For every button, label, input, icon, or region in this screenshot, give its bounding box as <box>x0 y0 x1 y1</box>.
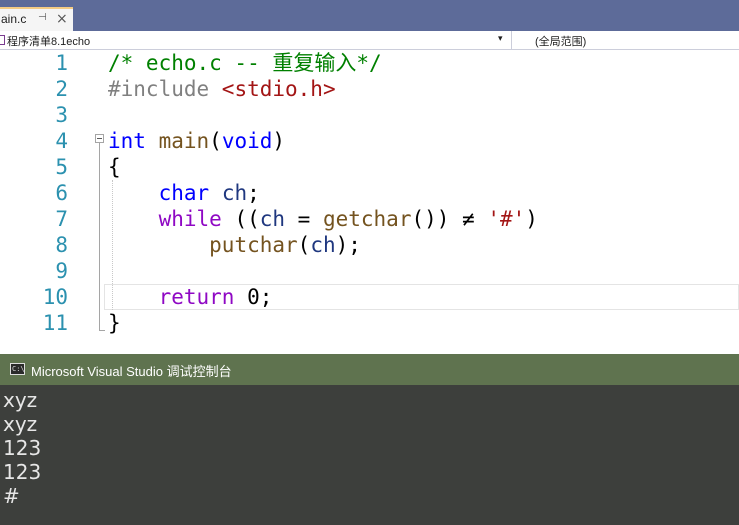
code-line[interactable]: { <box>108 154 121 180</box>
line-number: 8 <box>55 233 68 257</box>
code-token: } <box>108 311 121 335</box>
console-output-line: # <box>3 484 20 508</box>
code-token: 0; <box>234 285 273 309</box>
code-token: #include <box>108 77 222 101</box>
outline-guide-end <box>99 330 105 331</box>
code-token: main <box>158 129 210 153</box>
line-number: 3 <box>55 103 68 127</box>
line-number: 6 <box>55 181 68 205</box>
code-line[interactable]: char ch; <box>108 180 260 206</box>
line-number: 2 <box>55 77 68 101</box>
console-output-line: 123 <box>3 460 42 484</box>
code-token: while <box>158 207 222 231</box>
line-number: 5 <box>55 155 68 179</box>
code-token: /* echo.c -- 重复输入*/ <box>108 51 382 75</box>
code-token: = <box>285 207 323 231</box>
console-output-line: xyz <box>3 388 38 412</box>
scope-dropdown[interactable]: (全局范围) <box>535 33 586 49</box>
chevron-down-icon[interactable]: ▾ <box>498 34 503 44</box>
code-line[interactable]: while ((ch = getchar()) ≠ '#') <box>108 206 538 232</box>
tab-label: ain.c <box>1 12 27 26</box>
console-output[interactable]: xyz xyz 123 123 # <box>0 385 739 525</box>
project-icon <box>0 35 5 45</box>
code-token: getchar <box>322 207 412 231</box>
code-token: ) <box>525 207 538 231</box>
code-token: ); <box>335 233 361 257</box>
line-number: 1 <box>55 51 68 75</box>
code-token: ( <box>209 129 222 153</box>
code-token: ) <box>272 129 286 153</box>
line-number: 9 <box>55 259 68 283</box>
code-line[interactable]: putchar(ch); <box>108 232 361 258</box>
project-dropdown[interactable]: 程序清单8.1echo ▾ <box>0 31 512 49</box>
document-tab-strip: ain.c ⊣ × <box>0 0 739 31</box>
code-line[interactable]: } <box>108 310 121 336</box>
code-token: <stdio.h> <box>221 77 336 101</box>
code-line[interactable]: #include <stdio.h> <box>108 76 336 102</box>
code-line[interactable]: return 0; <box>108 284 273 310</box>
outline-guide <box>99 143 100 331</box>
code-token: { <box>108 155 121 179</box>
code-token: (( <box>221 207 260 231</box>
code-token: ch <box>310 233 336 257</box>
console-app-icon: C:\ <box>10 363 25 375</box>
console-output-line: xyz <box>3 412 38 436</box>
collapse-toggle-icon[interactable] <box>95 134 104 143</box>
code-token: void <box>221 129 273 153</box>
navigation-bar: 程序清单8.1echo ▾ (全局范围) <box>0 31 739 50</box>
project-label: 程序清单8.1echo <box>7 36 91 48</box>
line-number: 7 <box>55 207 68 231</box>
code-token: ()) ≠ <box>411 207 488 231</box>
close-icon[interactable]: × <box>56 10 68 28</box>
code-line[interactable]: /* echo.c -- 重复输入*/ <box>108 50 382 76</box>
code-token: '#' <box>487 207 526 231</box>
line-number: 10 <box>42 285 68 309</box>
console-title-bar: C:\ Microsoft Visual Studio 调试控制台 <box>0 354 739 385</box>
code-token: ; <box>247 181 260 205</box>
code-token: int <box>108 129 146 153</box>
code-token: ch <box>221 181 248 205</box>
code-token: return <box>158 285 235 309</box>
line-number: 11 <box>42 311 68 335</box>
code-token: ch <box>259 207 286 231</box>
line-number: 4 <box>55 129 68 153</box>
tab-main-c[interactable]: ain.c ⊣ × <box>0 7 73 31</box>
code-line[interactable]: int main(void) <box>108 128 285 154</box>
pin-icon[interactable]: ⊣ <box>38 12 47 23</box>
code-token: char <box>158 181 210 205</box>
console-title: Microsoft Visual Studio 调试控制台 <box>31 364 232 379</box>
console-icon-text: C:\ <box>12 365 25 373</box>
code-token: putchar <box>209 233 298 257</box>
code-editor[interactable]: 1 2 3 4 5 6 7 8 9 10 11 /* echo.c -- 重复输入*/#includ… <box>0 50 739 354</box>
console-output-line: 123 <box>3 436 42 460</box>
code-token: ( <box>297 233 311 257</box>
